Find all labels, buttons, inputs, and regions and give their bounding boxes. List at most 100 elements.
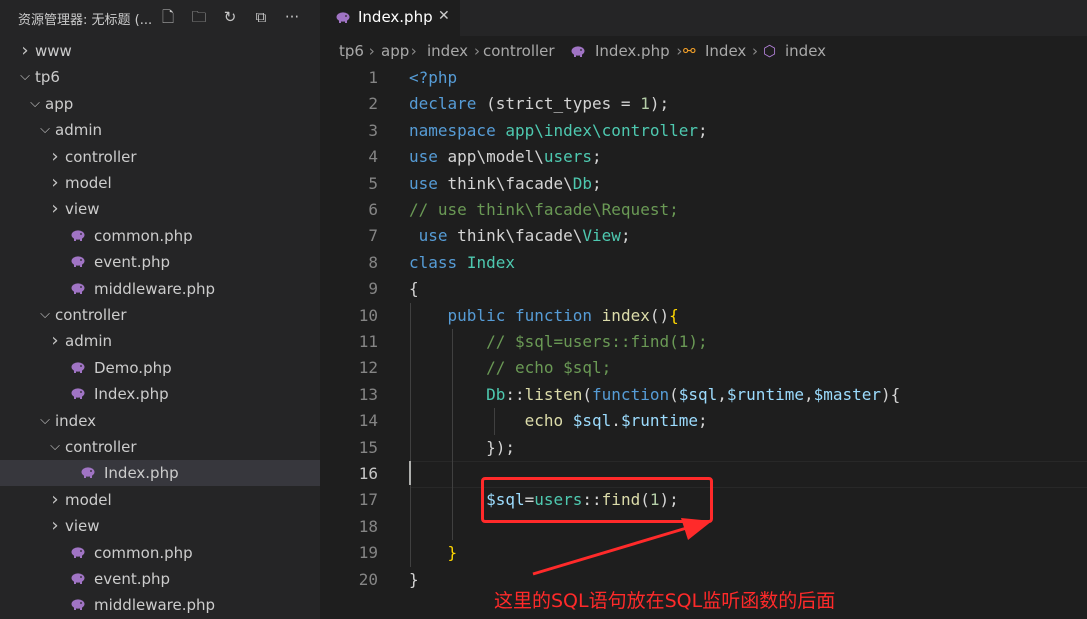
tree-file[interactable]: middleware.php [0,276,320,302]
chevron-down-icon: ⌵ [40,307,50,322]
tree-item-label: common.php [94,226,193,245]
collapse-all-icon[interactable]: ⧉ [251,7,271,27]
text-cursor [409,461,411,485]
tree-file[interactable]: event.php [0,566,320,592]
line-number: 2 [368,94,378,114]
code-line: { [409,279,419,299]
tree-file[interactable]: Demo.php [0,355,320,381]
php-file-icon [336,12,350,23]
tree-file[interactable]: middleware.php [0,592,320,618]
tree-item-label: index [55,411,97,430]
code-line: }); [409,437,515,457]
tree-item-label: app [45,94,74,113]
line-number: 20 [358,569,378,589]
tree-item-label: Demo.php [94,358,172,377]
code-line: class Index [409,252,515,272]
crumb-index[interactable]: index [427,38,468,64]
chevron-right-icon: › [51,330,59,352]
php-file-icon [571,46,585,57]
tree-folder[interactable]: › controller [0,144,320,170]
chevron-right-icon: › [51,145,59,167]
tree-folder[interactable]: › admin [0,328,320,354]
more-icon[interactable]: ··· [282,7,302,27]
annotation-text: 这里的SQL语句放在SQL监听函数的后面 [494,590,836,612]
chevron-down-icon: ⌵ [30,95,40,111]
breadcrumb-separator: › [676,42,683,60]
tree-folder[interactable]: ⌵ controller [0,434,320,460]
tree-file[interactable]: common.php [0,223,320,249]
tree-item-label: view [65,200,100,219]
code-line: Db::listen(function($sql,$runtime,$maste… [486,384,901,404]
tree-item-label: www [35,42,72,60]
tree-file[interactable]: common.php [0,540,320,566]
php-file-icon [71,599,85,611]
tree-item-label: model [65,174,112,192]
tree-item-label: tp6 [35,68,60,87]
code-line: declare (strict_types = 1); [409,94,670,114]
chevron-right-icon: › [21,40,29,61]
tree-item-label: admin [65,332,112,351]
tree-folder[interactable]: › view [0,196,320,222]
code-line: use app\model\users; [409,147,602,167]
refresh-icon[interactable]: ↻ [220,7,240,27]
line-number: 6 [368,200,378,219]
chevron-down-icon: ⌵ [50,439,60,454]
line-number: 1 [368,68,378,87]
code-line: use think\facade\Db; [409,173,602,193]
php-file-icon [71,388,85,400]
code-editor[interactable]: 1 <?php 2 declare (strict_types = 1); 3 names… [320,64,1087,619]
tree-item-label: admin [55,121,102,140]
tree-folder[interactable]: › www [0,38,320,64]
tree-folder[interactable]: › model [0,170,320,196]
tab-label: Index.php [358,8,433,26]
tree-folder[interactable]: › view [0,513,320,539]
line-number: 4 [368,147,378,167]
chevron-right-icon: › [51,488,59,510]
tree-item-label: controller [65,147,137,166]
code-line: use think\facade\View; [418,226,631,246]
crumb-class[interactable]: Index [705,38,746,64]
tree-folder[interactable]: ⌵ controller [0,302,320,328]
tree-folder[interactable]: ⌵ app [0,91,320,117]
chevron-down-icon: ⌵ [40,412,50,428]
tree-item-label: model [65,490,112,509]
chevron-right-icon: › [51,198,59,220]
code-line: // use think\facade\Request; [409,200,679,219]
php-file-icon [71,362,85,373]
line-number: 8 [368,252,378,272]
tree-item-label: event.php [94,570,171,588]
tab-close-icon[interactable]: ✕ [438,8,450,24]
method-icon: ⬡ [763,42,777,60]
class-icon: ⚯ [683,42,696,60]
tree-file[interactable]: Index.php [0,381,320,407]
tree-item-label: middleware.php [94,596,216,615]
breadcrumb-separator: › [752,42,758,60]
tree-item-label: event.php [94,253,171,272]
tree-folder[interactable]: › model [0,487,320,513]
line-number: 13 [358,384,378,404]
crumb-controller[interactable]: controller [483,38,555,64]
new-folder-icon[interactable]: 🗀 [189,7,209,27]
php-file-icon [81,467,95,479]
tree-item-label: Index.php [94,385,169,404]
tab-index-php[interactable]: Index.php ✕ [320,0,460,36]
chevron-right-icon: › [51,172,59,193]
line-number: 16 [358,464,378,483]
code-line: namespace app\index\controller; [409,120,708,140]
tree-item-label: view [65,517,100,536]
tree-folder[interactable]: ⌵ admin [0,117,320,143]
tree-file[interactable]: Index.php [0,460,320,487]
crumb-file[interactable]: Index.php [595,38,670,64]
tree-file[interactable]: event.php [0,249,320,275]
tree-folder[interactable]: ⌵ tp6 [0,64,320,90]
explorer-header: 资源管理器: 无标题 (... 🗋 🗀 ↻ ⧉ ··· [0,0,320,36]
tree-folder[interactable]: ⌵ index [0,408,320,434]
new-file-icon[interactable]: 🗋 [158,7,178,27]
crumb-tp6[interactable]: tp6 [339,38,364,64]
crumb-method[interactable]: index [785,38,826,64]
tab-bar: Index.php ✕ [320,0,1087,36]
code-line: } [409,569,419,589]
crumb-app[interactable]: app [381,38,409,64]
line-number: 5 [368,173,378,193]
code-line: <?php [409,68,458,87]
